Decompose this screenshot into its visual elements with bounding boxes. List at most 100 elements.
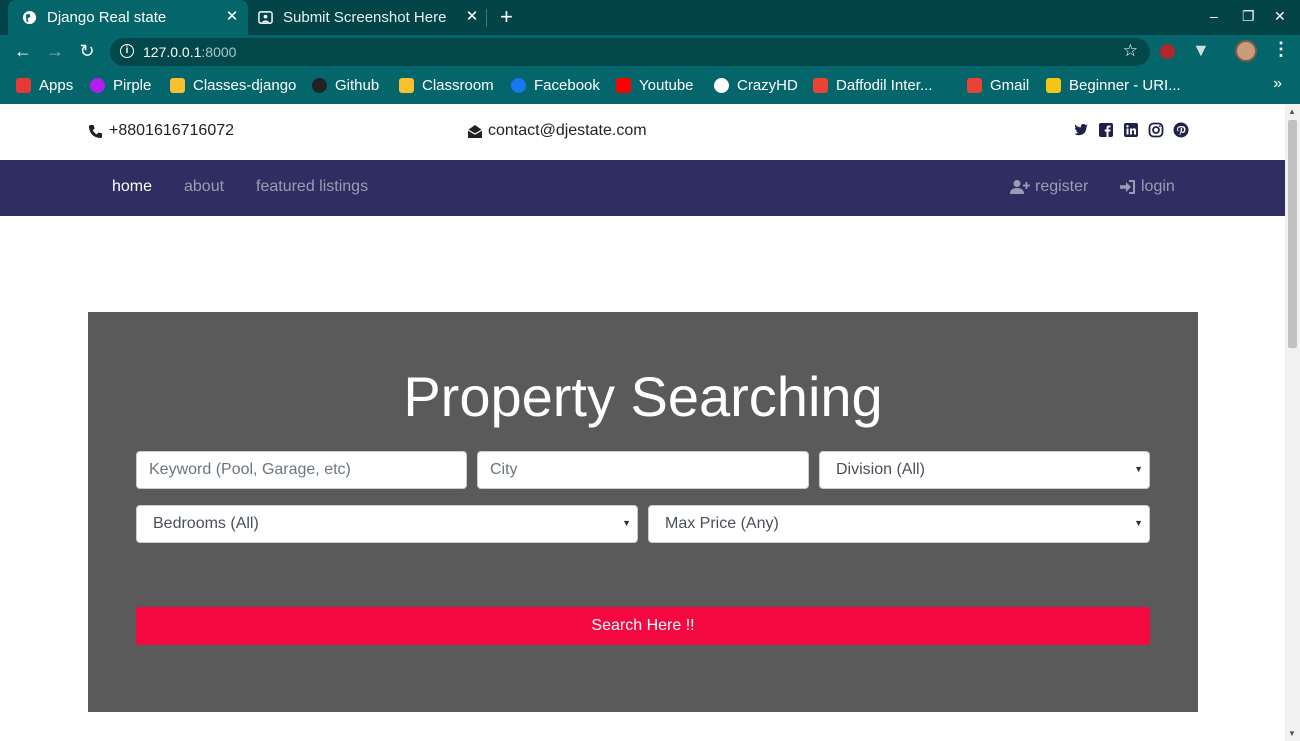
new-tab-button[interactable]: + [500,6,513,28]
reload-icon[interactable]: ↻ [77,41,97,61]
nav-login[interactable]: login [1119,178,1175,196]
bookmark-9[interactable]: Gmail [967,77,1029,94]
login-label: login [1141,178,1175,195]
search-hero: Property Searching Keyword (Pool, Garage… [88,312,1198,712]
gmail-icon [967,78,982,93]
github-icon [312,78,327,93]
tab-title: Django Real state [47,9,167,26]
twitter-icon[interactable] [1073,122,1089,138]
image-icon [258,11,273,24]
bookmark-label: Github [335,77,380,94]
scroll-down-icon[interactable]: ▼ [1288,729,1296,738]
bookmark-7[interactable]: CrazyHD [714,77,798,94]
search-button[interactable]: Search Here !! [136,607,1150,645]
main-navbar: home about featured listings register lo… [0,160,1285,216]
bookmark-label: Youtube [639,77,694,94]
classroom-icon [170,78,185,93]
division-selected-value: Division (All) [836,461,925,478]
page-scrollbar[interactable]: ▲ ▼ [1285,104,1300,741]
tab-separator [486,9,487,27]
bookmark-5[interactable]: Facebook [511,77,600,94]
facebook-icon[interactable] [1098,122,1114,138]
nav-home[interactable]: home [112,178,152,196]
city-input[interactable]: City [477,451,809,489]
pinterest-icon[interactable] [1173,122,1189,138]
gmail-icon [813,78,828,93]
bookmark-label: Gmail [990,77,1030,94]
email-info: contact@djestate.com [467,122,647,140]
hero-title: Property Searching [403,365,883,428]
browser-tab-bar: Django Real state ✕ Submit Screenshot He… [0,0,1300,35]
nav-register[interactable]: register [1010,178,1088,196]
social-links [1073,122,1189,138]
chevron-down-icon: ▼ [622,518,631,528]
user-plus-icon [1010,180,1030,194]
close-window-button[interactable]: ✕ [1274,8,1286,25]
nav-featured-listings[interactable]: featured listings [256,178,368,196]
minimize-button[interactable]: – [1210,8,1218,24]
info-icon[interactable]: i [120,44,134,58]
bookmark-label: Classes-django [193,77,297,94]
chevron-down-icon: ▼ [1134,464,1143,474]
nav-about[interactable]: about [184,178,224,196]
tab-title: Submit Screenshot Here [283,9,447,26]
email-address: contact@djestate.com [488,122,647,139]
instagram-icon[interactable] [1148,122,1164,138]
tab-submit-screenshot[interactable]: Submit Screenshot Here ✕ [250,0,488,35]
menu-dots-icon[interactable]: ⋮ [1272,39,1290,60]
linkedin-icon[interactable] [1123,122,1139,138]
bookmark-label: CrazyHD [737,77,798,94]
globe-icon [22,10,37,25]
apps-grid-icon [16,78,31,93]
back-arrow-icon[interactable]: ← [13,41,33,61]
classroom-icon [399,78,414,93]
phone-number: +8801616716072 [109,122,235,139]
maximize-button[interactable]: ❐ [1242,8,1255,25]
bookmark-star-icon[interactable]: ☆ [1123,41,1138,61]
bookmark-2[interactable]: Classes-django [170,77,296,94]
close-tab-icon[interactable]: ✕ [224,9,240,25]
max-price-select[interactable]: Max Price (Any) ▼ [648,505,1150,543]
bookmark-label: Daffodil Inter... [836,77,933,94]
extension-red-icon[interactable] [1160,44,1175,59]
bookmark-label: Beginner - URI... [1069,77,1181,94]
trophy-icon [1046,78,1061,93]
close-tab-icon[interactable]: ✕ [464,9,480,25]
bookmark-3[interactable]: Github [312,77,379,94]
forward-arrow-icon[interactable]: → [45,41,65,61]
vue-devtools-icon[interactable]: ▼ [1192,40,1210,61]
max-price-selected-value: Max Price (Any) [665,515,779,532]
bookmark-label: Classroom [422,77,494,94]
bedrooms-select[interactable]: Bedrooms (All) ▼ [136,505,638,543]
more-bookmarks-icon[interactable]: » [1273,75,1282,93]
division-select[interactable]: Division (All) ▼ [819,451,1150,489]
scroll-up-icon[interactable]: ▲ [1288,107,1296,116]
bedrooms-selected-value: Bedrooms (All) [153,515,259,532]
contact-topbar: +8801616716072 contact@djestate.com [0,104,1285,160]
chevron-down-icon: ▼ [1134,518,1143,528]
browser-toolbar: ← → ↻ i 127.0.0.1:8000 ☆ ▼ ⋮ [0,35,1300,68]
bookmark-6[interactable]: Youtube [616,77,694,94]
globe-icon [714,78,729,93]
profile-avatar[interactable] [1235,40,1257,62]
register-label: register [1035,178,1089,195]
url-text[interactable]: 127.0.0.1:8000 [143,44,236,60]
bookmark-8[interactable]: Daffodil Inter... [813,77,932,94]
bookmark-1[interactable]: Pirple [90,77,151,94]
bookmark-10[interactable]: Beginner - URI... [1046,77,1181,94]
tab-django-real-state[interactable]: Django Real state ✕ [8,0,248,35]
phone-info: +8801616716072 [88,122,234,140]
address-bar[interactable]: i 127.0.0.1:8000 ☆ [110,38,1150,66]
envelope-open-icon [467,124,483,138]
bookmark-0[interactable]: Apps [16,77,73,94]
phone-icon [88,124,103,138]
pirple-icon [90,78,105,93]
sign-in-icon [1120,180,1135,194]
scrollbar-thumb[interactable] [1288,120,1297,348]
bookmark-4[interactable]: Classroom [399,77,494,94]
youtube-icon [616,78,631,93]
bookmark-label: Facebook [534,77,600,94]
keyword-input[interactable]: Keyword (Pool, Garage, etc) [136,451,467,489]
bookmark-label: Pirple [113,77,152,94]
facebook-icon [511,78,526,93]
